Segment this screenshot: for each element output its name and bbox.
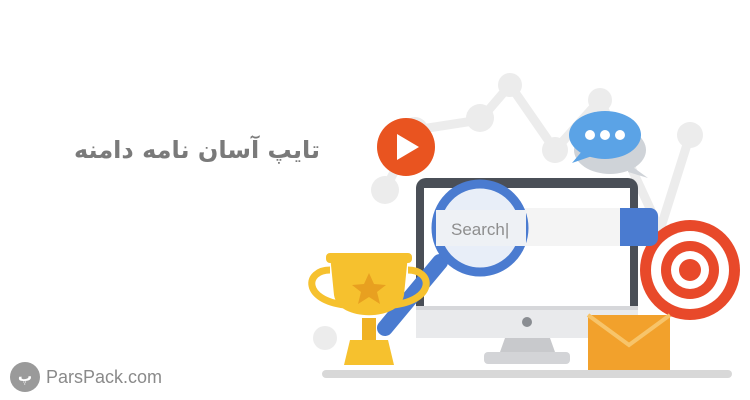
brand-name[interactable]: ParsPack.com bbox=[46, 367, 162, 388]
brand-footer[interactable]: پ ParsPack.com bbox=[10, 362, 162, 392]
ground-line bbox=[322, 370, 732, 378]
play-icon bbox=[377, 118, 435, 176]
envelope-icon bbox=[586, 313, 672, 370]
seo-illustration: Search| bbox=[308, 73, 740, 378]
parspack-logo-icon: پ bbox=[10, 362, 40, 392]
search-placeholder: Search| bbox=[451, 220, 509, 239]
